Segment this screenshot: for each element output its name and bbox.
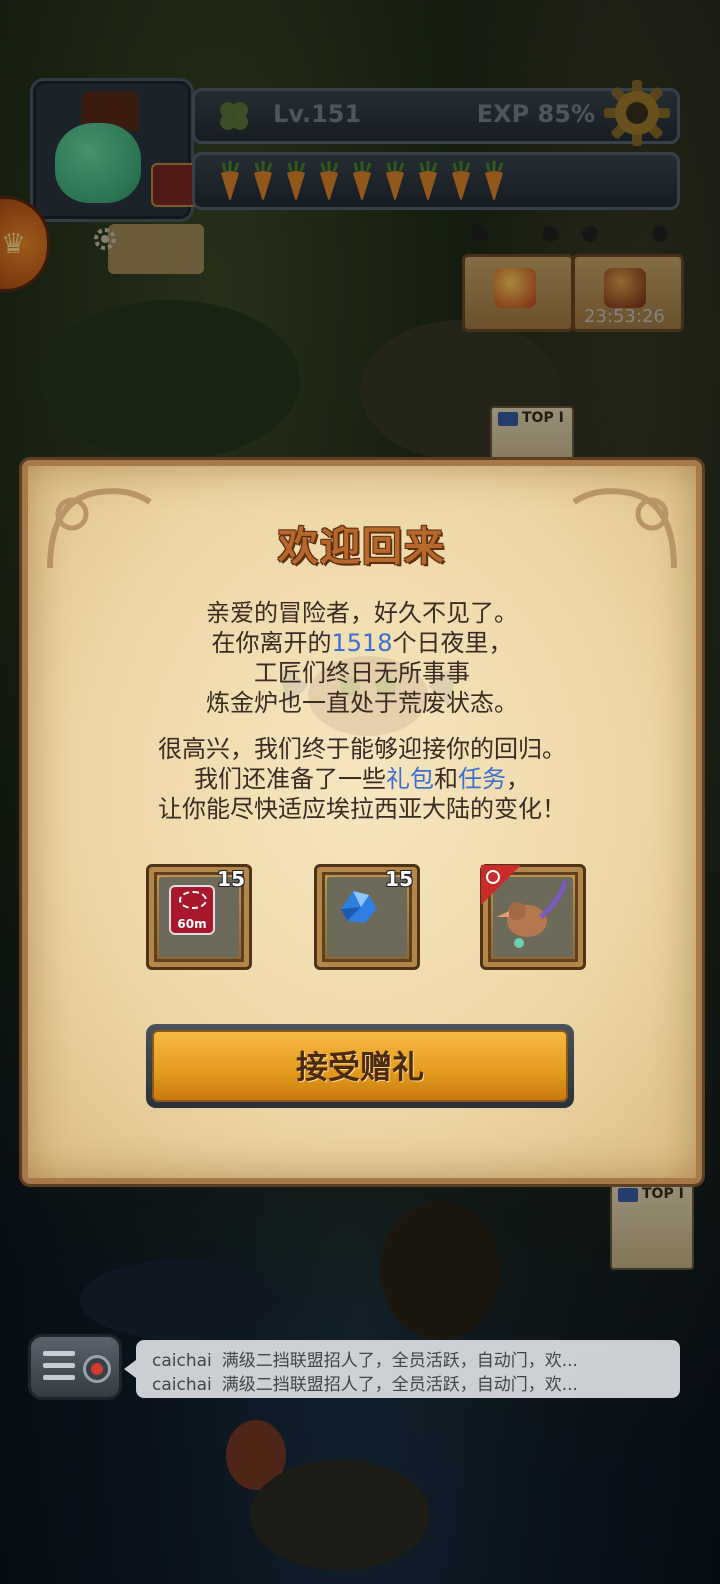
alarm-clock-icon xyxy=(481,865,521,905)
days-count: 1518 xyxy=(331,629,393,657)
gift-slot-timer[interactable]: 60m 15 xyxy=(146,864,252,970)
chat-message: caichai 满级二挡联盟招人了，全员活跃，自动门，欢... xyxy=(152,1346,578,1371)
menu-line-icon xyxy=(43,1363,75,1368)
chat-text: 满级二挡联盟招人了，全员活跃，自动门，欢... xyxy=(221,1351,578,1371)
message-line: 我们还准备了一些礼包和任务， xyxy=(194,765,530,793)
message-line: 很高兴，我们终于能够迎接你的回归。 xyxy=(158,735,566,763)
timer-ticket-icon: 60m xyxy=(169,885,215,935)
dialog-title: 欢迎回来 xyxy=(278,524,446,570)
gift-count: 15 xyxy=(217,867,245,891)
accept-gift-button[interactable]: 接受赠礼 xyxy=(146,1024,574,1108)
message-line: 炼金炉也一直处于荒废状态。 xyxy=(206,689,518,717)
chat-username: caichai xyxy=(152,1351,212,1371)
record-icon xyxy=(83,1355,111,1383)
message-paragraph-2: 很高兴，我们终于能够迎接你的回归。 我们还准备了一些礼包和任务， 让你能尽快适应… xyxy=(28,734,696,824)
chat-message: caichai 满级二挡联盟招人了，全员活跃，自动门，欢... xyxy=(152,1370,578,1395)
chat-text: 满级二挡联盟招人了，全员活跃，自动门，欢... xyxy=(221,1375,578,1395)
task-link: 任务 xyxy=(458,765,506,793)
message-line: 亲爱的冒险者，好久不见了。 xyxy=(206,599,518,627)
ticket-label: 60m xyxy=(177,917,207,931)
message-line: 让你能尽快适应埃拉西亚大陆的变化！ xyxy=(158,795,566,823)
chat-username: caichai xyxy=(152,1375,212,1395)
accept-gift-label: 接受赠礼 xyxy=(295,1049,424,1085)
chat-radio-button[interactable] xyxy=(28,1334,122,1400)
gift-slot-crystal[interactable]: 15 xyxy=(314,864,420,970)
gift-slot-pet[interactable] xyxy=(480,864,586,970)
gift-count: 15 xyxy=(385,867,413,891)
gift-link: 礼包 xyxy=(386,765,434,793)
message-line: 工匠们终日无所事事 xyxy=(254,659,470,687)
blue-crystal-icon xyxy=(341,891,377,923)
message-line: 在你离开的1518个日夜里， xyxy=(211,629,513,657)
chat-panel[interactable]: caichai 满级二挡联盟招人了，全员活跃，自动门，欢... caichai 满级… xyxy=(124,1340,680,1398)
message-paragraph-1: 亲爱的冒险者，好久不见了。 在你离开的1518个日夜里， 工匠们终日无所事事 炼… xyxy=(28,598,696,718)
menu-line-icon xyxy=(43,1375,75,1380)
menu-line-icon xyxy=(43,1351,75,1356)
welcome-back-dialog: 欢迎回来 亲爱的冒险者，好久不见了。 在你离开的1518个日夜里， 工匠们终日无… xyxy=(22,460,702,1184)
